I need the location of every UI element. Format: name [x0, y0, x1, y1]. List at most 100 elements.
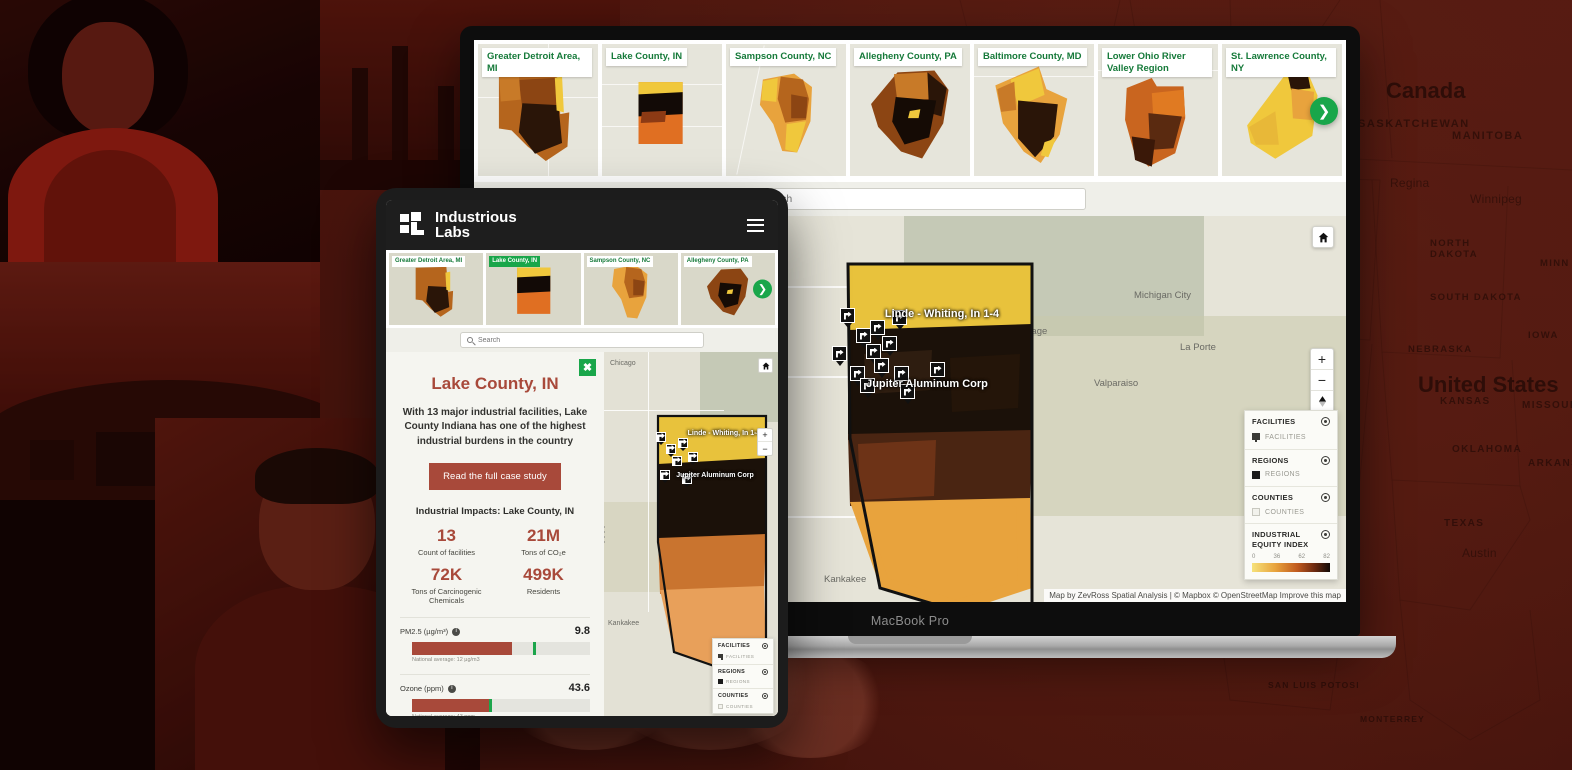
- eye-icon[interactable]: [1321, 455, 1330, 465]
- legend-item[interactable]: COUNTIES: [1252, 508, 1330, 517]
- metric-note: National average: 12 µg/m3: [412, 656, 480, 663]
- thumbnail-lake-county-in[interactable]: Lake County, IN: [602, 44, 722, 176]
- panel-resize-handle[interactable]: [604, 521, 608, 547]
- square-outline-swatch-icon: [1252, 508, 1260, 517]
- legend-item-label: FACILITIES: [1265, 433, 1306, 441]
- eye-icon[interactable]: [1321, 530, 1330, 540]
- map-zoom-controls[interactable]: + −: [1310, 348, 1334, 413]
- index-tick: 0: [1252, 554, 1256, 560]
- eye-icon[interactable]: [1321, 492, 1330, 502]
- info-icon[interactable]: i: [447, 684, 456, 693]
- thumbnail-baltimore-county-md[interactable]: Baltimore County, MD: [974, 44, 1094, 176]
- eye-icon[interactable]: [762, 668, 768, 675]
- chevron-right-icon[interactable]: ❯: [1310, 97, 1338, 125]
- zoom-in-button[interactable]: +: [758, 429, 772, 442]
- facility-pin[interactable]: [688, 452, 698, 465]
- compass-icon[interactable]: [1311, 391, 1333, 412]
- zoom-out-button[interactable]: −: [758, 442, 772, 455]
- info-icon[interactable]: i: [452, 627, 461, 636]
- facility-pin[interactable]: [874, 358, 889, 378]
- map-attribution[interactable]: Map by ZevRoss Spatial Analysis | © Mapb…: [1044, 589, 1346, 602]
- stat-residents: 499K Residents: [497, 566, 590, 606]
- thumbnail-lower-ohio-river-valley[interactable]: Lower Ohio River Valley Region: [1098, 44, 1218, 176]
- map-city-label: Chicago: [610, 360, 636, 367]
- stat-grid: 13 Count of facilities 21M Tons of CO₂e …: [400, 527, 590, 606]
- thumbnail-label: Sampson County, NC: [730, 48, 837, 66]
- brand-line-1: Industrious: [435, 208, 517, 226]
- home-icon[interactable]: [1312, 226, 1334, 248]
- screenshot-stage: Canada SASKATCHEWAN MANITOBA ONTARIO Reg…: [0, 0, 1572, 770]
- metric-value: 43.6: [568, 681, 590, 694]
- legend-item[interactable]: COUNTIES: [718, 704, 768, 709]
- chevron-right-icon[interactable]: ❯: [753, 279, 772, 299]
- legend-section-counties: COUNTIES COUNTIES: [713, 689, 773, 713]
- page-title: Lake County, IN: [431, 374, 559, 393]
- map-canvas[interactable]: Chicago Kankakee Linde - Whiting, In 1-4…: [604, 352, 778, 716]
- legend-title: COUNTIES: [718, 693, 749, 700]
- facility-pin[interactable]: [832, 346, 847, 366]
- thumbnail-greater-detroit[interactable]: Greater Detroit Area, MI: [389, 253, 484, 325]
- legend-title: FACILITIES: [1252, 417, 1296, 427]
- zoom-out-button[interactable]: −: [1311, 370, 1333, 391]
- square-swatch-icon: [1252, 470, 1260, 479]
- thumbnail-label: St. Lawrence County, NY: [1226, 48, 1337, 78]
- thumbnail-lake-county-in[interactable]: Lake County, IN: [486, 253, 581, 325]
- facility-pin[interactable]: [656, 432, 666, 445]
- eye-icon[interactable]: [1321, 417, 1330, 427]
- thumbnail-label: Lake County, IN: [606, 48, 688, 66]
- map-city-label: Michigan City: [1134, 290, 1192, 301]
- map-legend-panel[interactable]: FACILITIES FACILITIES REGIONS REGIONS CO…: [1244, 410, 1338, 580]
- legend-item-label: FACILITIES: [726, 654, 755, 659]
- metric-bar: [412, 641, 590, 655]
- map-zoom-controls[interactable]: + −: [757, 428, 773, 456]
- search-box[interactable]: [460, 332, 704, 348]
- hamburger-menu-icon[interactable]: [747, 218, 764, 232]
- brand-name: Industrious Labs: [435, 208, 517, 241]
- metric-bar-fill: [412, 698, 489, 712]
- thumbnail-allegheny-county-pa[interactable]: Allegheny County, PA: [850, 44, 970, 176]
- thumbnail-sampson-county-nc[interactable]: Sampson County, NC: [726, 44, 846, 176]
- panel-description: With 13 major industrial facilities, Lak…: [402, 407, 588, 447]
- thumbnail-greater-detroit[interactable]: Greater Detroit Area, MI: [478, 44, 598, 176]
- metric-pm25: PM2.5 (µg/m³) i 9.8 National average: 12…: [400, 616, 590, 663]
- choropleth-shape: [638, 81, 683, 144]
- legend-section-facilities: FACILITIES FACILITIES: [1245, 411, 1337, 450]
- legend-item[interactable]: FACILITIES: [1252, 432, 1330, 442]
- close-icon[interactable]: ✖: [579, 359, 596, 376]
- metric-bar: [412, 698, 590, 712]
- choropleth-shape: [516, 267, 550, 314]
- thumbnail-label: Allegheny County, PA: [683, 256, 752, 268]
- search-input[interactable]: [759, 193, 1077, 205]
- pin-swatch-icon: [1252, 432, 1260, 442]
- facility-pin[interactable]: [672, 456, 682, 469]
- choropleth-shape: [759, 73, 812, 153]
- content-body: ✖ Lake County, IN With 13 major industri…: [386, 352, 778, 716]
- metric-ozone: Ozone (ppm) i 43.6 National average: 43 …: [400, 673, 590, 716]
- legend-item[interactable]: FACILITIES: [718, 653, 768, 660]
- app-header: Industrious Labs: [386, 200, 778, 250]
- pin-swatch-icon: [718, 653, 723, 660]
- stat-label: Tons of Carcinogenic Chemicals: [411, 586, 482, 606]
- facility-pin[interactable]: [678, 438, 688, 451]
- eye-icon[interactable]: [762, 693, 768, 700]
- map-legend-panel[interactable]: FACILITIES FACILITIES REGIONS REGIONS CO…: [712, 637, 774, 714]
- legend-section-facilities: FACILITIES FACILITIES: [713, 639, 773, 665]
- region-thumbnail-strip: Greater Detroit Area, MI Lake County, IN: [386, 250, 778, 328]
- zoom-in-button[interactable]: +: [1311, 349, 1333, 370]
- metric-value: 9.8: [574, 624, 590, 637]
- facility-label-jupiter: Jupiter Aluminum Corp: [676, 472, 754, 479]
- home-icon[interactable]: [758, 358, 773, 373]
- facility-pin[interactable]: [840, 308, 855, 328]
- legend-item-label: COUNTIES: [726, 704, 753, 709]
- thumbnail-sampson-county-nc[interactable]: Sampson County, NC: [583, 253, 678, 325]
- legend-item-label: REGIONS: [1265, 471, 1301, 479]
- brand[interactable]: Industrious Labs: [400, 208, 517, 241]
- stat-value: 72K: [430, 564, 463, 584]
- legend-item[interactable]: REGIONS: [718, 679, 768, 685]
- legend-item[interactable]: REGIONS: [1252, 470, 1330, 479]
- search-input[interactable]: [478, 336, 697, 344]
- stat-label: Tons of CO₂e: [521, 548, 566, 558]
- read-case-study-button[interactable]: Read the full case study: [429, 463, 561, 491]
- facility-pin[interactable]: [882, 336, 897, 356]
- eye-icon[interactable]: [762, 642, 768, 649]
